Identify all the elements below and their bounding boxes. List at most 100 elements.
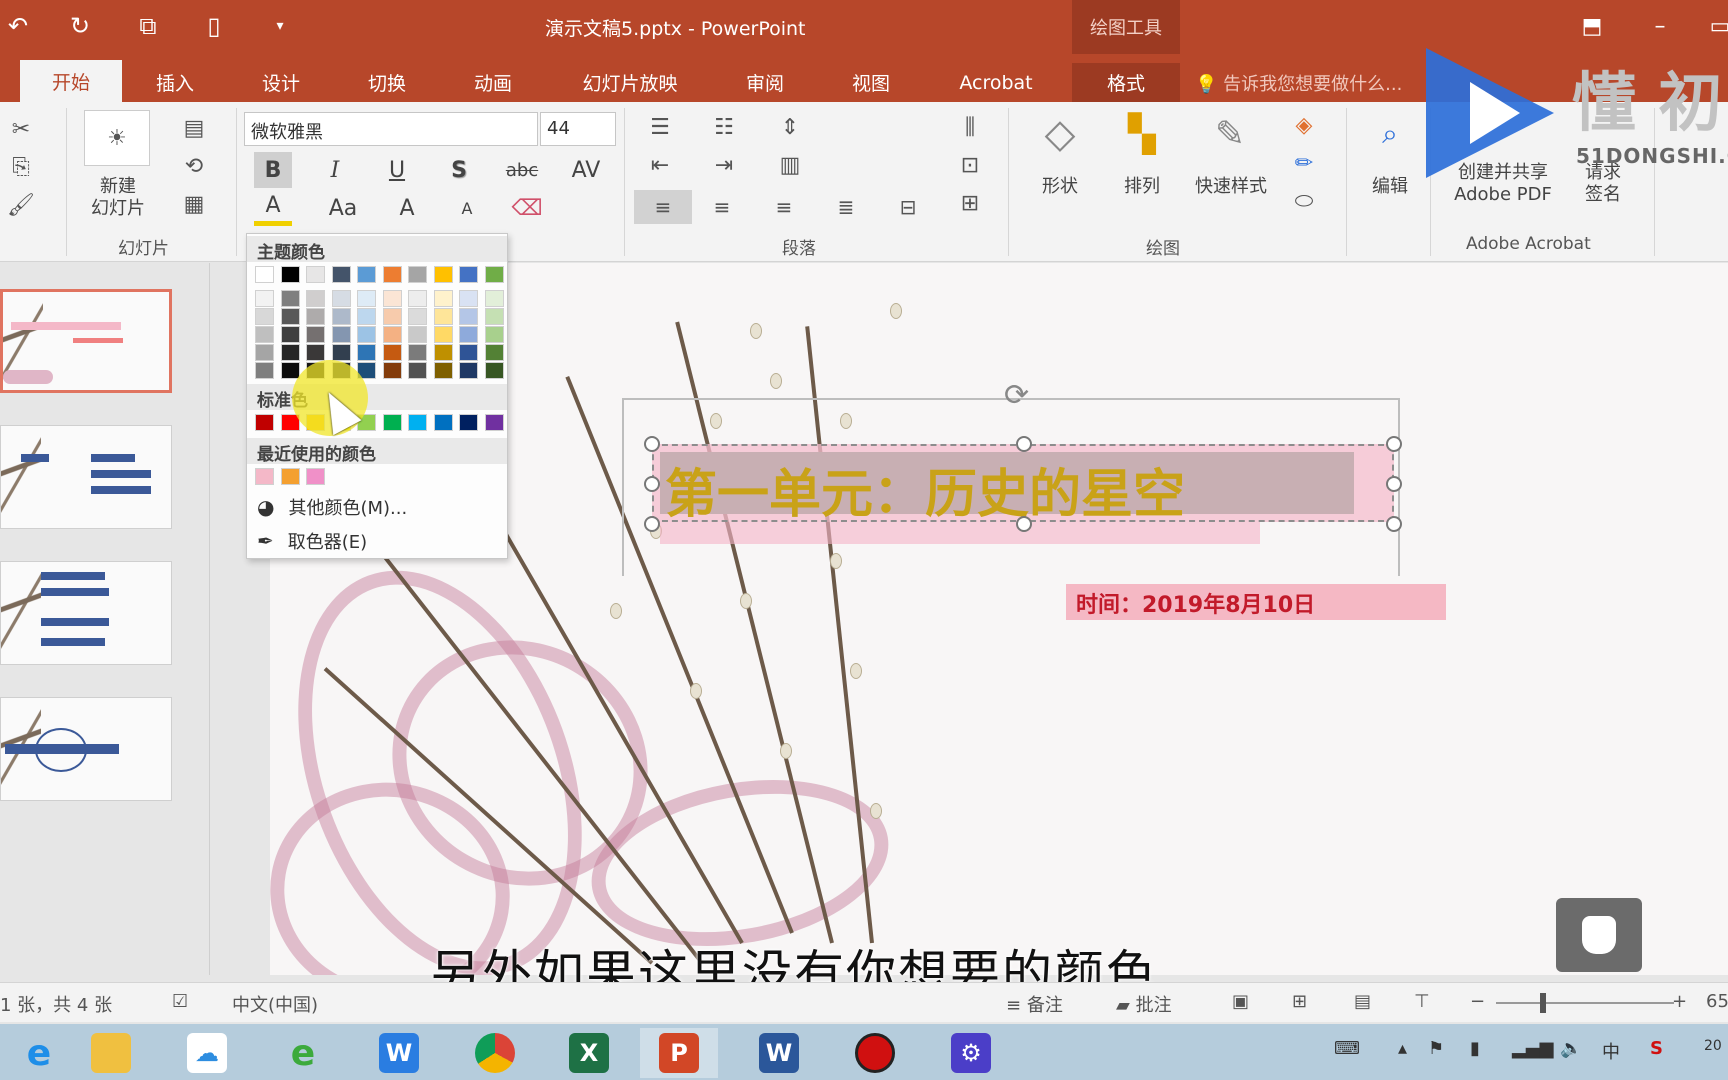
cut-icon[interactable]: ✂ (4, 114, 38, 144)
redo-icon[interactable]: ↻ (62, 8, 98, 44)
shapes-button[interactable]: 形状 (1030, 176, 1090, 198)
theme-shade-swatch[interactable] (408, 308, 427, 325)
theme-color-swatch[interactable] (408, 266, 427, 283)
tray-expand-icon[interactable]: ▴ (1398, 1038, 1407, 1059)
theme-shade-swatch[interactable] (357, 290, 376, 307)
slide-date[interactable]: 时间：2019年8月10日 (1076, 587, 1315, 619)
shape-fill-icon[interactable]: ◈ (1284, 110, 1324, 140)
theme-shade-swatch[interactable] (408, 290, 427, 307)
tab-slideshow[interactable]: 幻灯片放映 (568, 63, 692, 102)
zoom-in-button[interactable]: + (1672, 991, 1687, 1012)
flag-icon[interactable]: ⚑ (1428, 1038, 1444, 1059)
theme-shade-swatch[interactable] (459, 308, 478, 325)
font-color-button[interactable]: A (254, 190, 292, 226)
tab-acrobat[interactable]: Acrobat (944, 63, 1048, 102)
theme-shade-swatch[interactable] (357, 326, 376, 343)
language-indicator[interactable]: 中文(中国) (232, 991, 318, 1017)
smartart-icon[interactable]: ⊞ (950, 188, 990, 218)
resize-handle[interactable] (644, 516, 660, 532)
theme-shade-swatch[interactable] (306, 308, 325, 325)
resize-handle[interactable] (1386, 436, 1402, 452)
tab-format[interactable]: 格式 (1072, 63, 1180, 102)
slide-thumbnail-1[interactable] (0, 289, 172, 393)
theme-shade-swatch[interactable] (331, 308, 351, 325)
normal-view-icon[interactable]: ▣ (1232, 991, 1249, 1012)
tab-design[interactable]: 设计 (246, 63, 316, 102)
distributed-icon[interactable]: ⊟ (888, 190, 928, 224)
copy-icon[interactable]: ⎘ (4, 152, 38, 182)
standard-color-swatch[interactable] (255, 414, 274, 431)
slideshow-view-icon[interactable]: ⊤ (1414, 991, 1430, 1012)
theme-shade-swatch[interactable] (382, 362, 402, 379)
align-left-icon[interactable]: ≡ (634, 190, 692, 224)
font-size-select[interactable]: 44 (540, 112, 616, 146)
font-name-select[interactable]: 微软雅黑 (244, 112, 538, 146)
tab-transitions[interactable]: 切换 (352, 63, 422, 102)
align-right-icon[interactable]: ≡ (764, 190, 804, 224)
shape-effects-icon[interactable]: ⬭ (1284, 186, 1324, 216)
theme-color-swatch[interactable] (382, 266, 402, 283)
find-icon[interactable]: ⌕ (1370, 114, 1410, 154)
slide-thumbnail-2[interactable] (0, 425, 172, 529)
theme-color-swatch[interactable] (331, 266, 351, 283)
arrange-icon[interactable]: ▚ (1112, 106, 1172, 162)
more-colors-item[interactable]: ◕ 其他颜色(M)... (257, 492, 407, 522)
taskbar-network-app[interactable]: ☁ (168, 1028, 246, 1078)
theme-shade-swatch[interactable] (459, 290, 478, 307)
theme-shade-swatch[interactable] (255, 308, 274, 325)
theme-shade-swatch[interactable] (459, 362, 478, 379)
resize-handle[interactable] (644, 476, 660, 492)
taskbar-chrome[interactable] (456, 1028, 534, 1078)
text-shadow-button[interactable]: S (440, 152, 478, 188)
request-sign-button[interactable]: 请求 签名 (1570, 162, 1636, 206)
qat-customize-icon[interactable]: ▾ (262, 8, 298, 44)
theme-shade-swatch[interactable] (433, 290, 453, 307)
italic-button[interactable]: I (316, 152, 354, 188)
theme-shade-swatch[interactable] (255, 290, 274, 307)
zoom-level[interactable]: 65 (1706, 991, 1728, 1012)
theme-shade-swatch[interactable] (331, 344, 351, 361)
standard-color-swatch[interactable] (382, 414, 402, 431)
slide-title[interactable]: 第一单元：历史的星空 (665, 452, 1185, 527)
new-file-icon[interactable]: ▯ (196, 8, 232, 44)
theme-color-swatch[interactable] (433, 266, 453, 283)
present-icon[interactable]: ⧉ (130, 8, 166, 44)
comments-button[interactable]: ▰ 批注 (1116, 991, 1172, 1017)
sogou-icon[interactable]: S (1650, 1038, 1663, 1059)
theme-shade-swatch[interactable] (433, 344, 453, 361)
reading-view-icon[interactable]: ▤ (1354, 991, 1371, 1012)
tab-insert[interactable]: 插入 (140, 63, 210, 102)
theme-shade-swatch[interactable] (255, 326, 274, 343)
theme-shade-swatch[interactable] (484, 326, 504, 343)
reset-icon[interactable]: ⟲ (176, 152, 212, 180)
theme-shade-swatch[interactable] (255, 362, 274, 379)
align-text-icon[interactable]: ⊡ (950, 150, 990, 180)
theme-shade-swatch[interactable] (382, 326, 402, 343)
theme-shade-swatch[interactable] (382, 344, 402, 361)
network-icon[interactable]: ▂▄▆ (1512, 1038, 1554, 1059)
change-case-button[interactable]: Aa (320, 190, 366, 226)
resize-handle[interactable] (1016, 516, 1032, 532)
theme-shade-swatch[interactable] (306, 326, 325, 343)
bullets-icon[interactable]: ☰ (640, 112, 680, 142)
floating-action-button[interactable] (1556, 898, 1642, 972)
taskbar-explorer[interactable] (72, 1028, 150, 1078)
align-center-icon[interactable]: ≡ (702, 190, 742, 224)
theme-shade-swatch[interactable] (484, 344, 504, 361)
columns-icon[interactable]: ▥ (770, 150, 810, 180)
slide-sorter-icon[interactable]: ⊞ (1292, 991, 1307, 1012)
theme-color-swatch[interactable] (255, 266, 274, 283)
quick-styles-button[interactable]: 快速样式 (1186, 176, 1276, 198)
theme-shade-swatch[interactable] (280, 326, 300, 343)
theme-shade-swatch[interactable] (408, 362, 427, 379)
theme-shade-swatch[interactable] (306, 344, 325, 361)
arrange-button[interactable]: 排列 (1112, 176, 1172, 198)
standard-color-swatch[interactable] (433, 414, 453, 431)
rotate-handle-icon[interactable]: ⟳ (1004, 378, 1044, 414)
resize-handle[interactable] (1386, 476, 1402, 492)
shapes-icon[interactable]: ◇ (1030, 106, 1090, 162)
theme-color-swatch[interactable] (306, 266, 325, 283)
keyboard-icon[interactable]: ⌨ (1334, 1038, 1360, 1059)
theme-shade-swatch[interactable] (433, 308, 453, 325)
undo-icon[interactable]: ↶ (0, 8, 36, 44)
